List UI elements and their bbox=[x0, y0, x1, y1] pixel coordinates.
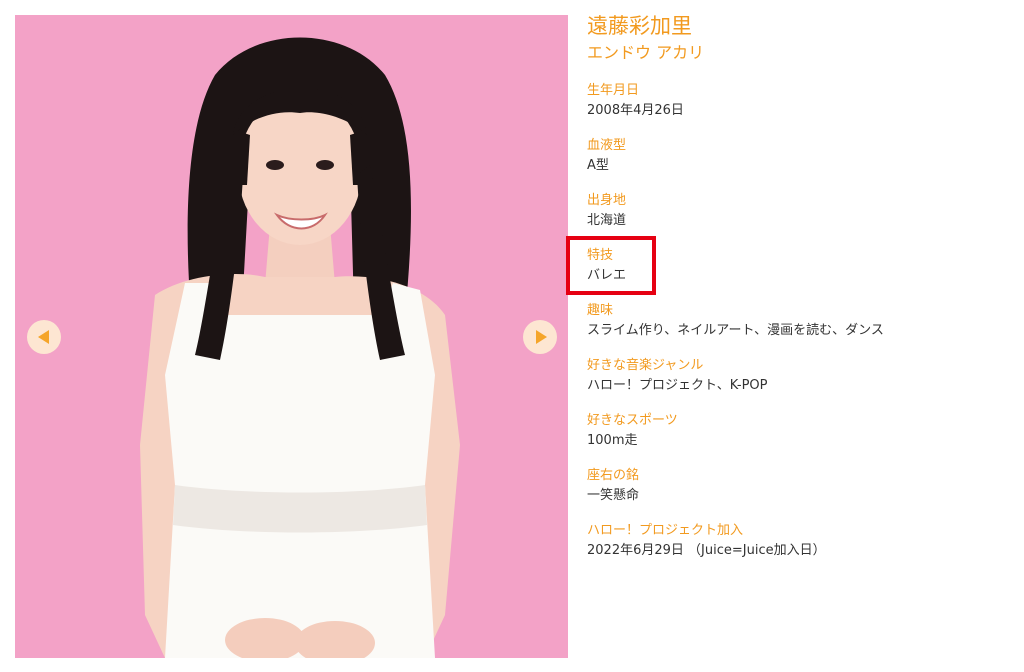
field-value: 北海道 bbox=[587, 213, 627, 228]
field-motto: 座右の銘 一笑懸命 bbox=[587, 467, 1017, 522]
field-label: 血液型 bbox=[587, 138, 627, 153]
field-value: スライム作り、ネイルアート、漫画を読む、ダンス bbox=[587, 323, 884, 338]
next-photo-button[interactable] bbox=[523, 320, 557, 354]
chevron-right-icon bbox=[535, 330, 547, 344]
field-birthday: 生年月日 2008年4月26日 bbox=[587, 82, 1017, 137]
field-value: ハロー！プロジェクト、K-POP bbox=[587, 378, 768, 393]
field-label: 出身地 bbox=[587, 193, 627, 208]
field-value: 一笑懸命 bbox=[587, 488, 640, 503]
field-label: ハロー！プロジェクト加入 bbox=[587, 523, 744, 538]
field-label: 趣味 bbox=[587, 303, 614, 318]
field-favorite-sport: 好きなスポーツ 100m走 bbox=[587, 412, 1017, 467]
portrait-illustration bbox=[15, 15, 568, 658]
field-value: A型 bbox=[587, 158, 609, 173]
profile-photo bbox=[15, 15, 568, 658]
field-label: 生年月日 bbox=[587, 83, 640, 98]
highlight-box bbox=[566, 236, 656, 295]
field-value: 2022年6月29日 （Juice=Juice加入日） bbox=[587, 543, 826, 558]
prev-photo-button[interactable] bbox=[27, 320, 61, 354]
field-blood-type: 血液型 A型 bbox=[587, 137, 1017, 192]
field-label: 座右の銘 bbox=[587, 468, 640, 483]
chevron-left-icon bbox=[37, 330, 49, 344]
field-label: 好きな音楽ジャンル bbox=[587, 358, 704, 373]
field-join-date: ハロー！プロジェクト加入 2022年6月29日 （Juice=Juice加入日） bbox=[587, 522, 1017, 577]
field-value: 100m走 bbox=[587, 433, 638, 448]
field-hobbies: 趣味 スライム作り、ネイルアート、漫画を読む、ダンス bbox=[587, 302, 1017, 357]
field-label: 好きなスポーツ bbox=[587, 413, 678, 428]
member-kana: エンドウ アカリ bbox=[587, 43, 705, 62]
member-name: 遠藤彩加里 bbox=[587, 14, 692, 38]
field-favorite-music: 好きな音楽ジャンル ハロー！プロジェクト、K-POP bbox=[587, 357, 1017, 412]
field-value: 2008年4月26日 bbox=[587, 103, 684, 118]
